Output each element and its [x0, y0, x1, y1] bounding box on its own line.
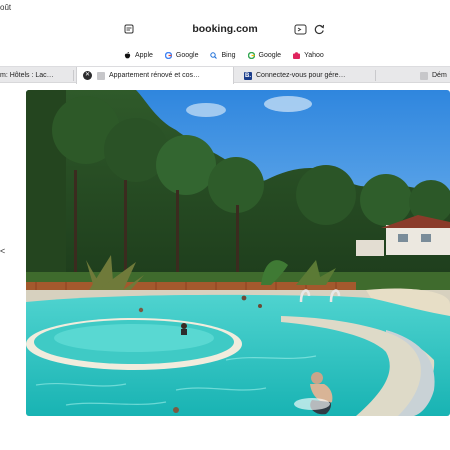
tab-separator: [73, 70, 74, 81]
favorite-google[interactable]: Google: [164, 51, 199, 59]
google-icon: [247, 51, 255, 59]
booking-favicon-icon: B.: [244, 71, 252, 80]
tab-label: Connectez-vous pour gére…: [256, 72, 346, 79]
corner-text: oût: [0, 3, 12, 12]
reload-icon[interactable]: [314, 23, 325, 35]
tab-label: Appartement rénové et cos…: [109, 72, 201, 79]
favorite-label: Google: [175, 51, 199, 59]
tab-strip: m: Hôtels : Lac… ✕ Appartement rénové et…: [0, 66, 450, 84]
tab-hotels[interactable]: m: Hôtels : Lac…: [0, 67, 70, 84]
tab-appartement[interactable]: ✕ Appartement rénové et cos…: [76, 67, 234, 84]
favorite-bing[interactable]: Bing: [210, 51, 236, 59]
favorite-label: Google: [258, 51, 282, 59]
tab-demenagement[interactable]: Dém: [418, 67, 450, 84]
favorite-label: Bing: [221, 51, 236, 59]
extension-icon[interactable]: [294, 24, 307, 35]
favorites-bar: Apple Google Bing Google Yahoo: [124, 48, 324, 62]
resort-pool-photo[interactable]: [26, 90, 450, 416]
apple-icon: [124, 51, 131, 58]
close-tab-icon[interactable]: ✕: [83, 71, 92, 80]
yahoo-icon: [293, 51, 301, 59]
address-bar[interactable]: booking.com: [116, 18, 334, 42]
favorite-label: Yahoo: [304, 51, 324, 59]
favorite-yahoo[interactable]: Yahoo: [293, 52, 324, 59]
pool-photo-image: [26, 90, 450, 416]
tab-label: Dém: [432, 72, 447, 79]
page-favicon-icon: [97, 71, 105, 80]
page-favicon-icon: [420, 71, 428, 80]
tab-separator: [375, 70, 376, 81]
bing-icon: [210, 51, 218, 59]
tab-connectez-vous[interactable]: B. Connectez-vous pour gére…: [240, 67, 372, 84]
favorite-label: Apple: [135, 51, 153, 59]
tab-label: m: Hôtels : Lac…: [0, 72, 54, 79]
favorite-google[interactable]: Google: [247, 51, 282, 59]
previous-arrow-icon[interactable]: <: [0, 246, 5, 256]
favorite-apple[interactable]: Apple: [124, 52, 153, 59]
google-icon: [164, 51, 172, 59]
